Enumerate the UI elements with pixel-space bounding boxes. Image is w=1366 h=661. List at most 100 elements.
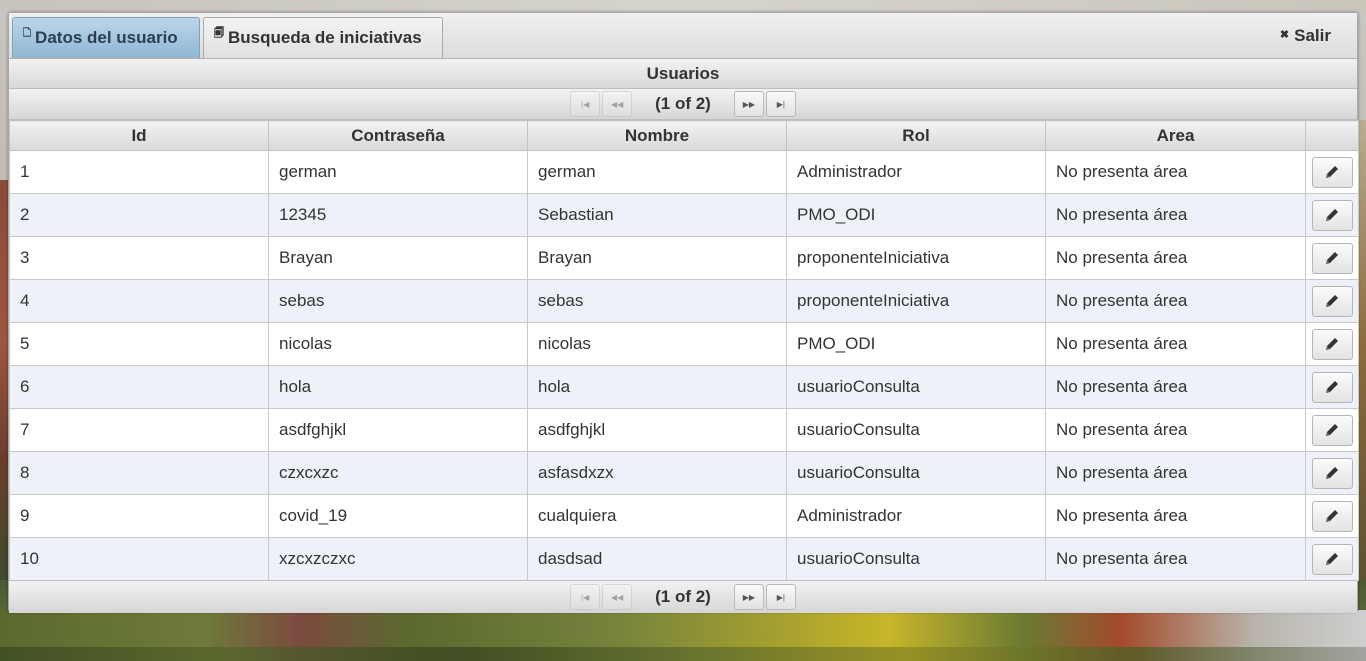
table-row[interactable]: 9 covid_19 cualquiera Administrador No prese… [9, 494, 1359, 538]
table-header-row: Id Contraseña Nombre Rol Area [9, 120, 1359, 151]
column-header-id[interactable]: Id [9, 120, 269, 151]
cell-password: sebas [268, 279, 528, 323]
column-header-area[interactable]: Area [1045, 120, 1306, 151]
tab-label: Datos del usuario [35, 28, 178, 47]
table-row[interactable]: 7 asdfghjkl asdfghjkl usuarioConsulta No pre… [9, 408, 1359, 452]
table-row[interactable]: 3 Brayan Brayan proponenteIniciativa No pres… [9, 236, 1359, 280]
cell-password: Brayan [268, 236, 528, 280]
cell-id: 9 [9, 494, 269, 538]
search-page-icon: 🗐 [214, 27, 224, 39]
edit-button[interactable] [1311, 500, 1353, 532]
last-page-button[interactable]: ▶| [765, 91, 796, 117]
cell-actions [1305, 537, 1359, 581]
cell-actions [1305, 322, 1359, 366]
cell-area: No presenta área [1045, 537, 1306, 581]
cell-name: nicolas [527, 322, 787, 366]
pencil-icon [1326, 295, 1338, 307]
first-page-button[interactable]: |◀ [570, 91, 601, 117]
next-page-button[interactable]: ▶▶ [733, 584, 764, 610]
edit-button[interactable] [1311, 414, 1353, 446]
cell-password: czxcxzc [268, 451, 528, 495]
pencil-icon [1326, 424, 1338, 436]
tab-busqueda-iniciativas[interactable]: 🗐 Busqueda de iniciativas [203, 17, 443, 58]
next-page-button[interactable]: ▶▶ [733, 91, 764, 117]
close-icon: ✖ [1279, 28, 1290, 41]
table-row[interactable]: 5 nicolas nicolas PMO_ODI No presenta área [9, 322, 1359, 366]
table-row[interactable]: 8 czxcxzc asfasdxzx usuarioConsulta No prese… [9, 451, 1359, 495]
cell-role: proponenteIniciativa [786, 279, 1046, 323]
cell-area: No presenta área [1045, 408, 1306, 452]
edit-button[interactable] [1311, 371, 1353, 403]
cell-role: usuarioConsulta [786, 365, 1046, 409]
cell-actions [1305, 279, 1359, 323]
column-header-name[interactable]: Nombre [527, 120, 787, 151]
background-top [0, 0, 1366, 12]
edit-button[interactable] [1311, 285, 1353, 317]
cell-password: german [268, 150, 528, 194]
pencil-icon [1326, 338, 1338, 350]
cell-role: Administrador [786, 150, 1046, 194]
cell-id: 7 [9, 408, 269, 452]
cell-actions [1305, 150, 1359, 194]
cell-actions [1305, 494, 1359, 538]
cell-name: german [527, 150, 787, 194]
pencil-icon [1326, 467, 1338, 479]
page-icon: 🗋 [23, 27, 32, 39]
table-row[interactable]: 1 german german Administrador No presenta ár… [9, 150, 1359, 194]
cell-area: No presenta área [1045, 365, 1306, 409]
cell-name: asdfghjkl [527, 408, 787, 452]
edit-button[interactable] [1311, 242, 1353, 274]
cell-actions [1305, 408, 1359, 452]
cell-password: 12345 [268, 193, 528, 237]
pencil-icon [1326, 553, 1338, 565]
cell-id: 3 [9, 236, 269, 280]
column-header-password[interactable]: Contraseña [268, 120, 528, 151]
cell-role: PMO_ODI [786, 322, 1046, 366]
users-table: Id Contraseña Nombre Rol Area 1 german ger… [9, 120, 1359, 581]
edit-button[interactable] [1311, 328, 1353, 360]
cell-password: asdfghjkl [268, 408, 528, 452]
table-row[interactable]: 2 12345 Sebastian PMO_ODI No presenta área [9, 193, 1359, 237]
table-row[interactable]: 6 hola hola usuarioConsulta No presenta área [9, 365, 1359, 409]
cell-password: covid_19 [268, 494, 528, 538]
background-garden [0, 610, 1366, 661]
cell-area: No presenta área [1045, 494, 1306, 538]
cell-name: hola [527, 365, 787, 409]
cell-actions [1305, 193, 1359, 237]
column-header-role[interactable]: Rol [786, 120, 1046, 151]
edit-button[interactable] [1311, 543, 1353, 575]
column-header-actions [1305, 120, 1359, 151]
cell-name: asfasdxzx [527, 451, 787, 495]
cell-id: 5 [9, 322, 269, 366]
cell-area: No presenta área [1045, 279, 1306, 323]
pencil-icon [1326, 252, 1338, 264]
cell-actions [1305, 236, 1359, 280]
cell-area: No presenta área [1045, 451, 1306, 495]
tab-datos-usuario[interactable]: 🗋 Datos del usuario [12, 17, 200, 58]
cell-id: 8 [9, 451, 269, 495]
cell-role: Administrador [786, 494, 1046, 538]
cell-id: 1 [9, 150, 269, 194]
cell-role: usuarioConsulta [786, 537, 1046, 581]
table-row[interactable]: 4 sebas sebas proponenteIniciativa No presen… [9, 279, 1359, 323]
cell-role: proponenteIniciativa [786, 236, 1046, 280]
paginator-top: |◀ ◀◀ (1 of 2) ▶▶ ▶| [9, 89, 1357, 120]
prev-page-button[interactable]: ◀◀ [602, 91, 633, 117]
last-page-button[interactable]: ▶| [765, 584, 796, 610]
tab-label: Busqueda de iniciativas [228, 28, 422, 47]
table-row[interactable]: 10 xzcxzczxc dasdsad usuarioConsulta No pres… [9, 537, 1359, 581]
panel-title: Usuarios [9, 59, 1357, 89]
pencil-icon [1326, 209, 1338, 221]
pencil-icon [1326, 510, 1338, 522]
edit-button[interactable] [1311, 199, 1353, 231]
page-indicator: (1 of 2) [655, 94, 711, 113]
logout-button[interactable]: ✖ Salir [1280, 26, 1331, 46]
cell-name: Brayan [527, 236, 787, 280]
edit-button[interactable] [1311, 457, 1353, 489]
edit-button[interactable] [1311, 156, 1353, 188]
first-page-button[interactable]: |◀ [570, 584, 601, 610]
prev-page-button[interactable]: ◀◀ [602, 584, 633, 610]
cell-password: hola [268, 365, 528, 409]
cell-name: Sebastian [527, 193, 787, 237]
cell-name: sebas [527, 279, 787, 323]
